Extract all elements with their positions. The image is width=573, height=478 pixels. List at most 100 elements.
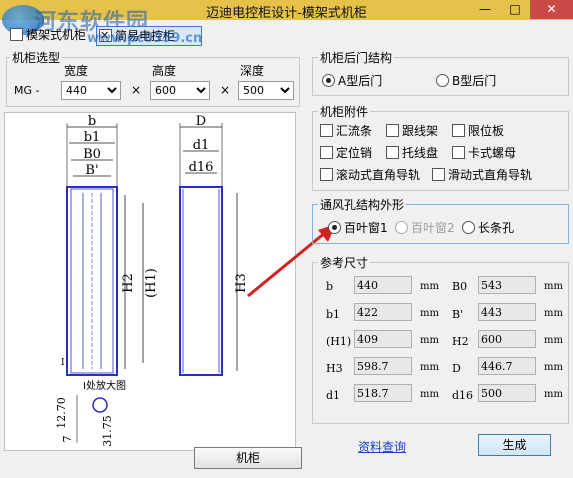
accessory-slide-rail-label: 滑动式直角导轨 — [448, 168, 533, 182]
detail-circle — [92, 397, 108, 413]
param-bp-value: 443 — [478, 303, 536, 321]
param-d1-value: 518.7 — [354, 384, 412, 402]
accessory-checkbox-cable-tray[interactable]: 托线盘 — [386, 144, 438, 161]
vent-option-louver2[interactable]: 百叶窗2 — [395, 219, 455, 236]
depth-select[interactable]: 500 — [238, 81, 294, 100]
checkbox-icon — [320, 124, 333, 137]
param-d1-name: d1 — [326, 389, 341, 402]
dim-bp-label: B' — [85, 163, 98, 178]
param-d16-value: 500 — [478, 384, 536, 402]
param-h1-name: (H1) — [326, 335, 352, 348]
param-b1-name: b1 — [326, 308, 341, 321]
tab-frame-cabinet[interactable]: 模架式机柜 — [10, 26, 94, 44]
param-d16-name: d16 — [452, 389, 474, 402]
vent-option-louver1[interactable]: 百叶窗1 — [328, 219, 388, 236]
accessory-checkbox-cable-rack[interactable]: 跟线架 — [386, 122, 438, 139]
side-view-frame — [179, 186, 223, 376]
radio-off-icon — [436, 74, 449, 87]
param-b0-value: 543 — [478, 276, 536, 294]
param-d1-unit: mm — [420, 389, 439, 400]
rear-door-group-label: 机柜后门结构 — [318, 49, 395, 66]
rear-door-option-b-label: B型后门 — [452, 74, 497, 88]
accessory-cable-rack-label: 跟线架 — [402, 124, 439, 138]
param-h3-unit: mm — [420, 362, 439, 373]
param-h2-unit: mm — [544, 335, 563, 346]
accessory-checkbox-locating-pin[interactable]: 定位销 — [320, 144, 372, 161]
cabinet-model-group-label: 机柜选型 — [10, 49, 63, 66]
checkbox-icon — [452, 146, 465, 159]
params-group-label: 参考尺寸 — [318, 254, 371, 271]
minimize-button[interactable]: — — [470, 0, 500, 19]
param-d16-unit: mm — [544, 389, 563, 400]
dim-1270-label: 12.70 — [55, 397, 68, 429]
close-button[interactable]: ✕ — [530, 0, 573, 19]
detail-i-marker: I — [61, 358, 65, 368]
dim-h2-label: H2 — [121, 273, 136, 293]
checkbox-icon — [386, 124, 399, 137]
cabinet-drawing-svg: b b1 B0 B' H2 (H1) D d1 d16 H3 12.70 7 3… — [55, 114, 249, 447]
radio-off-icon — [462, 221, 475, 234]
dim-b-label: b — [88, 114, 96, 129]
width-select[interactable]: 440 — [61, 81, 121, 100]
maximize-button[interactable]: □ — [500, 0, 530, 19]
param-b0-unit: mm — [544, 281, 563, 292]
dim-b0-label: B0 — [83, 147, 101, 162]
vent-group-label: 通风孔结构外形 — [318, 196, 407, 213]
tab-frame-cabinet-checkbox-icon — [10, 28, 23, 41]
dim-d16-label: d16 — [189, 160, 214, 175]
watermark-url: www.pc0359.cn — [87, 31, 203, 46]
accessory-busbar-label: 汇流条 — [336, 124, 373, 138]
generate-button[interactable]: 生成 — [478, 434, 551, 456]
rear-door-option-b[interactable]: B型后门 — [436, 72, 496, 89]
accessory-checkbox-slide-rail[interactable]: 滑动式直角导轨 — [432, 166, 532, 183]
accessory-checkbox-limit-plate[interactable]: 限位板 — [452, 122, 504, 139]
param-d-unit: mm — [544, 362, 563, 373]
param-b-value: 440 — [354, 276, 412, 294]
param-h1-unit: mm — [420, 335, 439, 346]
checkbox-icon — [386, 146, 399, 159]
depth-label: 深度 — [240, 64, 265, 78]
accessory-checkbox-busbar[interactable]: 汇流条 — [320, 122, 372, 139]
checkbox-icon — [320, 146, 333, 159]
accessory-limit-plate-label: 限位板 — [468, 124, 505, 138]
dim-7-label: 7 — [61, 436, 74, 443]
dim-h1-label: (H1) — [144, 268, 159, 298]
checkbox-icon — [452, 124, 465, 137]
accessories-group-label: 机柜附件 — [318, 103, 371, 120]
param-h2-name: H2 — [452, 335, 469, 348]
param-b0-name: B0 — [452, 280, 468, 293]
height-label: 高度 — [152, 64, 177, 78]
dim-d-label: D — [196, 114, 206, 129]
param-h3-name: H3 — [326, 362, 343, 375]
height-select[interactable]: 600 — [150, 81, 210, 100]
param-d-value: 446.7 — [478, 357, 536, 375]
param-b1-value: 422 — [354, 303, 412, 321]
model-prefix: MG - — [14, 84, 40, 97]
rear-door-option-a[interactable]: A型后门 — [322, 72, 382, 89]
param-bp-unit: mm — [544, 308, 563, 319]
param-bp-name: B' — [452, 308, 464, 321]
cabinet-drawing-canvas: b b1 B0 B' H2 (H1) D d1 d16 H3 12.70 7 3… — [4, 112, 296, 451]
width-label: 宽度 — [64, 64, 89, 78]
param-h3-value: 598.7 — [354, 357, 412, 375]
detail-caption: I处放大图 — [83, 379, 126, 392]
radio-on-icon — [322, 74, 335, 87]
tab-frame-cabinet-label: 模架式机柜 — [26, 28, 87, 42]
vent-option-slot-label: 长条孔 — [478, 221, 515, 235]
accessory-checkbox-clip-nut[interactable]: 卡式螺母 — [452, 144, 516, 161]
checkbox-icon — [432, 168, 445, 181]
checkbox-icon — [320, 168, 333, 181]
cabinet-button[interactable]: 机柜 — [194, 447, 302, 469]
accessory-cable-tray-label: 托线盘 — [402, 146, 439, 160]
dim-h3-label: H3 — [234, 273, 249, 293]
param-b1-unit: mm — [420, 308, 439, 319]
accessory-checkbox-roller-rail[interactable]: 滚动式直角导轨 — [320, 166, 420, 183]
vent-option-slot[interactable]: 长条孔 — [462, 219, 514, 236]
dim-3175-label: 31.75 — [101, 415, 114, 447]
accessory-roller-rail-label: 滚动式直角导轨 — [336, 168, 421, 182]
rear-door-option-a-label: A型后门 — [338, 74, 383, 88]
radio-on-icon — [328, 221, 341, 234]
accessory-locating-pin-label: 定位销 — [336, 146, 373, 160]
vent-option-louver1-label: 百叶窗1 — [344, 221, 388, 235]
query-link[interactable]: 资料查询 — [358, 438, 406, 455]
